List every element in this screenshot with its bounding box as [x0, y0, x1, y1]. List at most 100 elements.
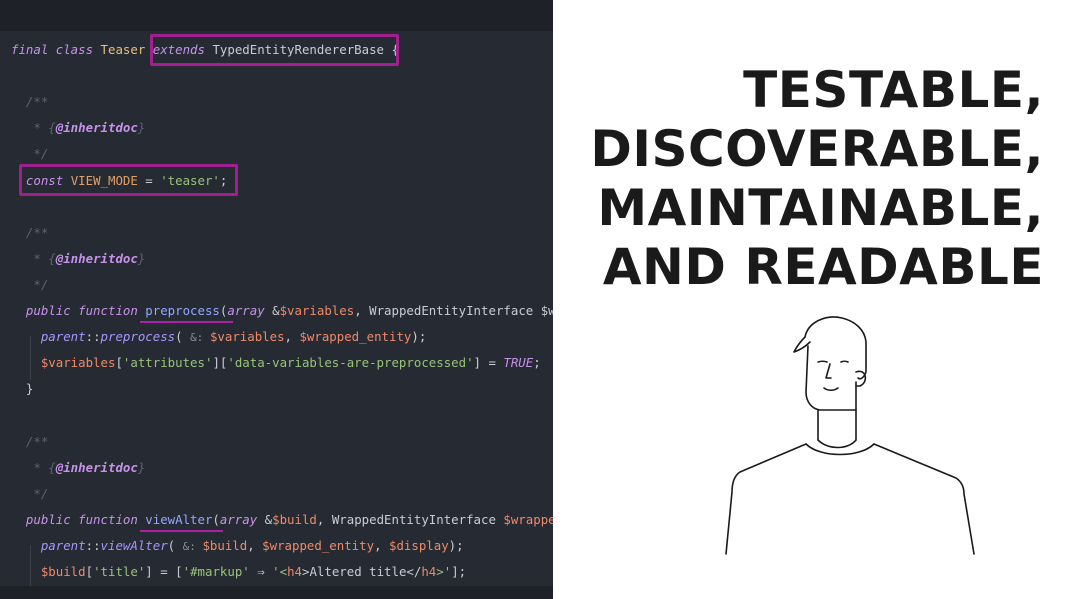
headline-line: MAINTAINABLE, [597, 179, 1044, 237]
code-line: * {@inheritdoc} [11, 248, 145, 270]
code-token: */ [11, 146, 49, 162]
const-highlight [19, 164, 238, 196]
code-token: @inheritdoc [55, 459, 138, 475]
code-token: public [11, 303, 79, 318]
headline-line: TESTABLE, [743, 61, 1044, 119]
code-token: [ [115, 355, 123, 371]
code-token: 'title' [93, 564, 146, 579]
code-token: & [264, 511, 273, 527]
code-token: * { [11, 459, 56, 475]
code-token: $wrapped_entity [262, 537, 375, 553]
code-token: function [78, 511, 146, 527]
code-line: $build['title'] = ['#markup' ⇒ '<h4>Alte… [11, 561, 466, 583]
code-token: $variables [279, 303, 355, 318]
code-token: preprocess [145, 303, 220, 318]
code-token: $build [272, 511, 317, 527]
code-token: WrappedEntityInterface $wrapped_entity [369, 303, 553, 318]
indent-guide [30, 336, 31, 380]
code-line: * {@inheritdoc} [11, 457, 145, 479]
code-line: public function preprocess(array &$varia… [11, 300, 553, 322]
code-line: /** [11, 431, 48, 453]
code-token: '#markup' [182, 564, 250, 579]
eye [840, 360, 849, 363]
code-token: viewAlter [145, 511, 213, 527]
headline-line: AND READABLE [602, 238, 1044, 296]
code-token: ); [448, 537, 464, 553]
code-token: ][ [212, 355, 228, 371]
code-token: array [219, 511, 265, 527]
code-token: */ [11, 276, 49, 292]
eye [817, 360, 828, 363]
code-token: /** [11, 224, 49, 240]
code-line: } [11, 378, 33, 400]
code-token: TRUE [503, 355, 534, 371]
code-line: $variables['attributes']['data-variables… [11, 352, 541, 374]
code-token: ⇒ [249, 564, 273, 579]
code-line: /** [11, 91, 48, 113]
code-token: ] = [473, 355, 504, 371]
code-line: parent::preprocess( &: $variables, $wrap… [11, 326, 426, 348]
code-token: '< [272, 564, 288, 579]
code-token: /** [11, 94, 49, 110]
code-token: */ [11, 485, 49, 501]
code-token: class [55, 42, 101, 57]
code-token: preprocess [100, 329, 176, 345]
code-token: 'attributes' [122, 355, 213, 371]
code-token: ( [167, 537, 183, 553]
code-token: } [11, 381, 34, 397]
code-token: $wrapped_entity [503, 511, 553, 527]
code-token: } [137, 250, 146, 266]
code-token: * { [11, 250, 56, 266]
code-token: , [374, 537, 389, 553]
code-token: &: [190, 331, 210, 345]
code-line: parent::viewAlter( &: $build, $wrapped_e… [11, 535, 464, 557]
code-token: @inheritdoc [55, 120, 138, 136]
code-token: , [284, 329, 300, 345]
code-token: &: [182, 539, 203, 553]
code-token: , [247, 537, 263, 553]
code-token: h4 [287, 564, 302, 579]
code-token: WrappedEntityInterface [331, 511, 504, 527]
code-token: parent [11, 537, 86, 553]
extends-highlight [150, 34, 399, 66]
viewalter-underline [140, 530, 223, 532]
editor-top-bar [0, 0, 553, 31]
headline: TESTABLE, DISCOVERABLE, MAINTAINABLE, AN… [524, 61, 1044, 297]
code-token: parent [11, 329, 86, 345]
code-editor: final class Teaser extends TypedEntityRe… [0, 0, 553, 599]
code-token: :: [85, 329, 101, 345]
code-token: h4 [421, 564, 437, 579]
code-token: $display [388, 537, 449, 553]
code-token: } [137, 120, 146, 136]
code-token: $build [202, 537, 248, 553]
code-token: @inheritdoc [55, 250, 138, 266]
code-token: final [11, 42, 56, 57]
code-token: , [316, 511, 332, 527]
code-token: 'data-variables-are-preprocessed' [227, 355, 474, 371]
preprocess-underline [140, 321, 233, 323]
code-token: :: [85, 537, 101, 553]
code-token: /** [11, 433, 49, 449]
code-token: } [137, 459, 146, 475]
editor-bottom-bar [0, 586, 553, 599]
code-token: [ [85, 564, 94, 579]
hair [804, 316, 867, 380]
code-line: * {@inheritdoc} [11, 117, 145, 139]
code-token: Teaser [100, 42, 153, 57]
code-token: ); [411, 329, 427, 345]
code-token: ( [175, 329, 191, 345]
code-line: public function viewAlter(array &$build,… [11, 509, 553, 531]
code-line: */ [11, 143, 48, 165]
code-token: & [272, 303, 280, 318]
code-token: ]; [451, 564, 467, 579]
code-token: >' [436, 564, 452, 579]
shoulder [873, 443, 975, 555]
code-token: ( [212, 511, 220, 527]
headline-line: DISCOVERABLE, [590, 120, 1044, 178]
code-token: , [354, 303, 370, 318]
code-token: $variables [209, 329, 285, 345]
code-token: function [78, 303, 146, 318]
code-token: >Altered title</ [301, 564, 422, 579]
code-line: /** [11, 222, 48, 244]
code-token: $wrapped_entity [299, 329, 412, 345]
